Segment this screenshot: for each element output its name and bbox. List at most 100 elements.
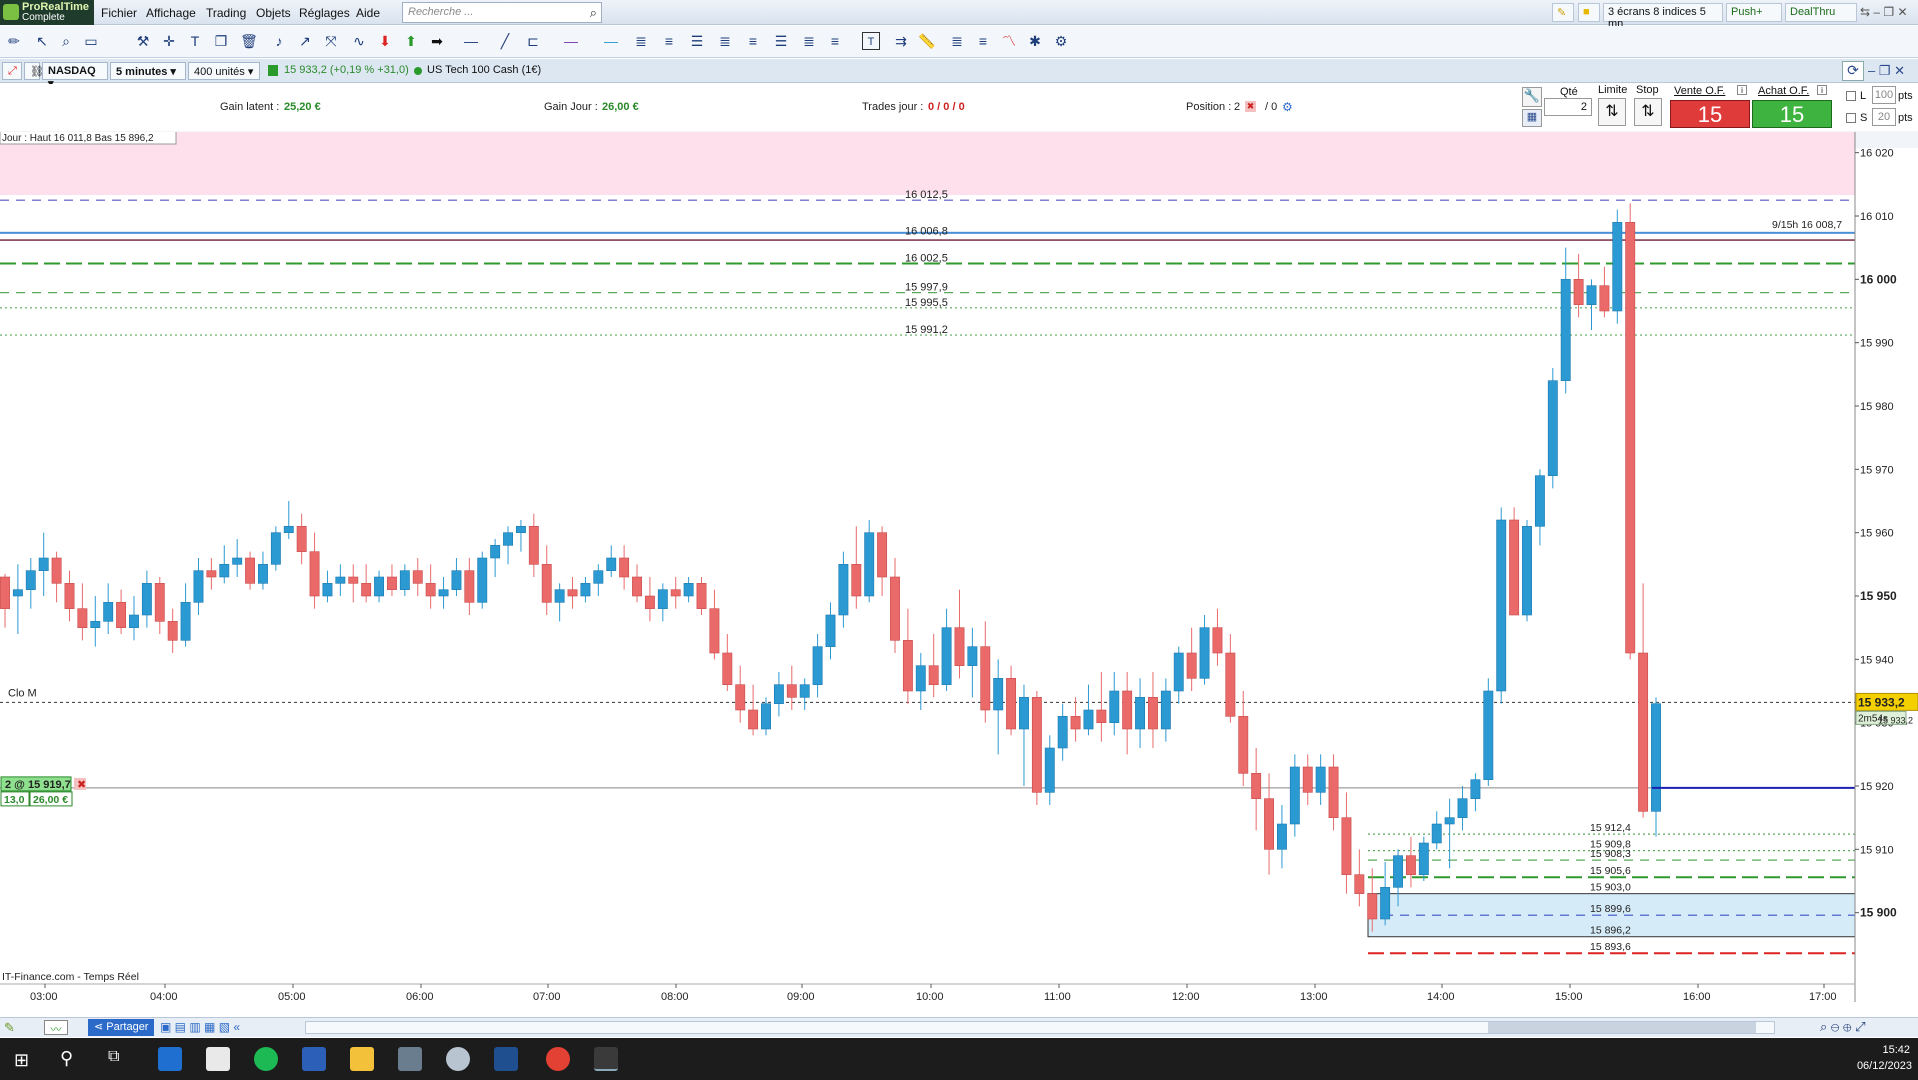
zoom-controls[interactable]: ⌕ ⊖ ⊕ ⤢: [1820, 1019, 1865, 1035]
interval-selector[interactable]: 5 minutes ▾: [110, 62, 186, 80]
menu-objets[interactable]: Objets: [256, 6, 291, 20]
ruler-diagonal-icon[interactable]: 📏: [918, 32, 936, 50]
right-arrow-icon[interactable]: ➡: [428, 32, 446, 50]
dealthru-button[interactable]: DealThru: [1785, 3, 1857, 22]
push-button[interactable]: Push+: [1726, 3, 1782, 22]
fib-icon-3[interactable]: ☰: [688, 32, 706, 50]
lock-icon[interactable]: ⛓: [24, 62, 44, 80]
copy-icon[interactable]: ❐: [212, 32, 230, 50]
curve-icon[interactable]: ∿: [350, 32, 368, 50]
delete-icon[interactable]: 🗑: [240, 32, 258, 50]
s-pts-input[interactable]: 20: [1872, 108, 1896, 126]
close-position-icon[interactable]: ✖: [1245, 101, 1256, 112]
channel-icon[interactable]: ⊏: [524, 32, 542, 50]
fib-icon-5[interactable]: ≡: [744, 32, 762, 50]
qty-input[interactable]: 2: [1544, 98, 1592, 116]
stop-order-button[interactable]: ⇅: [1634, 98, 1662, 126]
word-icon[interactable]: [302, 1047, 326, 1071]
menu-affichage[interactable]: Affichage: [146, 6, 196, 20]
candle-down: [1006, 678, 1017, 730]
fib-icon-1[interactable]: ≣: [632, 32, 650, 50]
pencil-bottom-icon[interactable]: ✎: [4, 1020, 15, 1036]
text-icon[interactable]: T: [186, 32, 204, 50]
buy-button[interactable]: 15 933,7: [1752, 100, 1832, 155]
sell-label: Vente O.F.: [1674, 85, 1726, 97]
sell-button[interactable]: 15 932,7: [1670, 100, 1750, 155]
fib-icon-8[interactable]: ≡: [826, 32, 844, 50]
buy-info-icon[interactable]: i: [1817, 85, 1827, 95]
price-chart[interactable]: 16 012,5 16 006,8 16 002,5 15 997,9 15 995,5…: [0, 132, 1918, 1002]
search-input[interactable]: Recherche ... ⌕: [402, 2, 602, 23]
file-explorer-icon[interactable]: [350, 1047, 374, 1071]
trendline-icon[interactable]: ╱: [496, 32, 514, 50]
search-taskbar-icon[interactable]: ⚲: [60, 1048, 73, 1069]
chart-style-icon[interactable]: 〰: [44, 1020, 68, 1036]
fib-icon-4[interactable]: ≣: [716, 32, 734, 50]
window-controls-chart[interactable]: – ❐ ✕: [1868, 63, 1905, 79]
segment-icon[interactable]: ⤧: [322, 32, 340, 50]
pin-icon[interactable]: ⤢: [2, 62, 22, 80]
cursor-icon[interactable]: ↖: [33, 32, 51, 50]
spotify-icon[interactable]: [254, 1047, 278, 1071]
folder-app-icon[interactable]: [206, 1047, 230, 1071]
brush-icon[interactable]: ⚒: [134, 32, 152, 50]
chart-type-icon[interactable]: [268, 65, 278, 76]
candle-down: [748, 709, 759, 730]
windows-start-icon[interactable]: ⊞: [14, 1050, 29, 1071]
fib-icon-6[interactable]: ☰: [772, 32, 790, 50]
menu-reglages[interactable]: Réglages: [299, 6, 350, 20]
search-icon[interactable]: ⌕: [590, 5, 597, 21]
share-button[interactable]: ⋖ Partager: [88, 1019, 155, 1036]
candle-up: [232, 557, 243, 565]
limit-order-button[interactable]: ⇅: [1598, 98, 1626, 126]
ruler-icon[interactable]: ▭: [82, 32, 100, 50]
fib-icon-7[interactable]: ≣: [800, 32, 818, 50]
scrollbar-thumb[interactable]: [1488, 1022, 1756, 1033]
crosshair-icon[interactable]: ✛: [160, 32, 178, 50]
wrench-icon[interactable]: 🔧: [1522, 87, 1542, 107]
units-selector[interactable]: 400 unités ▾: [188, 62, 260, 80]
pattern-icon[interactable]: 〽: [1000, 32, 1018, 50]
horizontal-line-icon[interactable]: ―: [456, 32, 486, 50]
arrow-line-icon[interactable]: ↗: [296, 32, 314, 50]
prorealtime-taskbar-icon[interactable]: [594, 1047, 618, 1071]
gann-icon[interactable]: ✱: [1026, 32, 1044, 50]
measure-icon[interactable]: ⇉: [892, 32, 910, 50]
purple-line-icon[interactable]: ―: [556, 32, 586, 50]
fib-icon-2[interactable]: ≡: [660, 32, 678, 50]
l-pts-input[interactable]: 100: [1872, 86, 1896, 104]
sell-info-icon[interactable]: i: [1737, 85, 1747, 95]
blue-line-icon[interactable]: ―: [596, 32, 626, 50]
menu-fichier[interactable]: Fichier: [101, 6, 137, 20]
fan-icon-1[interactable]: ≣: [948, 32, 966, 50]
paint-icon[interactable]: [446, 1047, 470, 1071]
fan-icon-2[interactable]: ≡: [974, 32, 992, 50]
store-app-icon[interactable]: [158, 1047, 182, 1071]
window-controls[interactable]: ⇆ – ❐ ✕: [1860, 5, 1908, 19]
chrome-icon[interactable]: [546, 1047, 570, 1071]
settings-icon[interactable]: ⚙: [1052, 32, 1070, 50]
calculator-icon[interactable]: ▦: [1522, 109, 1542, 127]
pencil-icon[interactable]: ✎: [1552, 3, 1574, 22]
candle-up: [1173, 652, 1184, 692]
s-checkbox[interactable]: [1846, 113, 1856, 123]
folder-icon[interactable]: ■: [1578, 3, 1600, 22]
menu-aide[interactable]: Aide: [356, 6, 380, 20]
pen-icon[interactable]: ✏: [5, 32, 23, 50]
calculator-app-icon[interactable]: [398, 1047, 422, 1071]
candle-down: [632, 576, 642, 597]
layout-icons[interactable]: ▣ ▤ ▥ ▦ ▧ «: [160, 1020, 240, 1034]
sell-arrow-icon[interactable]: ⬇: [376, 32, 394, 50]
vscode-icon[interactable]: [494, 1047, 518, 1071]
l-checkbox[interactable]: [1846, 91, 1856, 101]
workspace-selector[interactable]: 3 écrans 8 indices 5 mn: [1603, 3, 1723, 30]
buy-arrow-icon[interactable]: ⬆: [402, 32, 420, 50]
menu-trading[interactable]: Trading: [206, 6, 246, 20]
sync-icon[interactable]: ⟳: [1842, 61, 1864, 81]
bell-icon[interactable]: ♪: [270, 32, 288, 50]
text-box-icon[interactable]: T: [862, 32, 880, 50]
gear-icon[interactable]: ⚙: [1282, 100, 1293, 114]
market-selector[interactable]: NASDAQ ▾: [42, 62, 108, 90]
task-view-icon[interactable]: ⧉: [108, 1048, 119, 1066]
zoom-icon[interactable]: ⌕: [57, 32, 75, 50]
